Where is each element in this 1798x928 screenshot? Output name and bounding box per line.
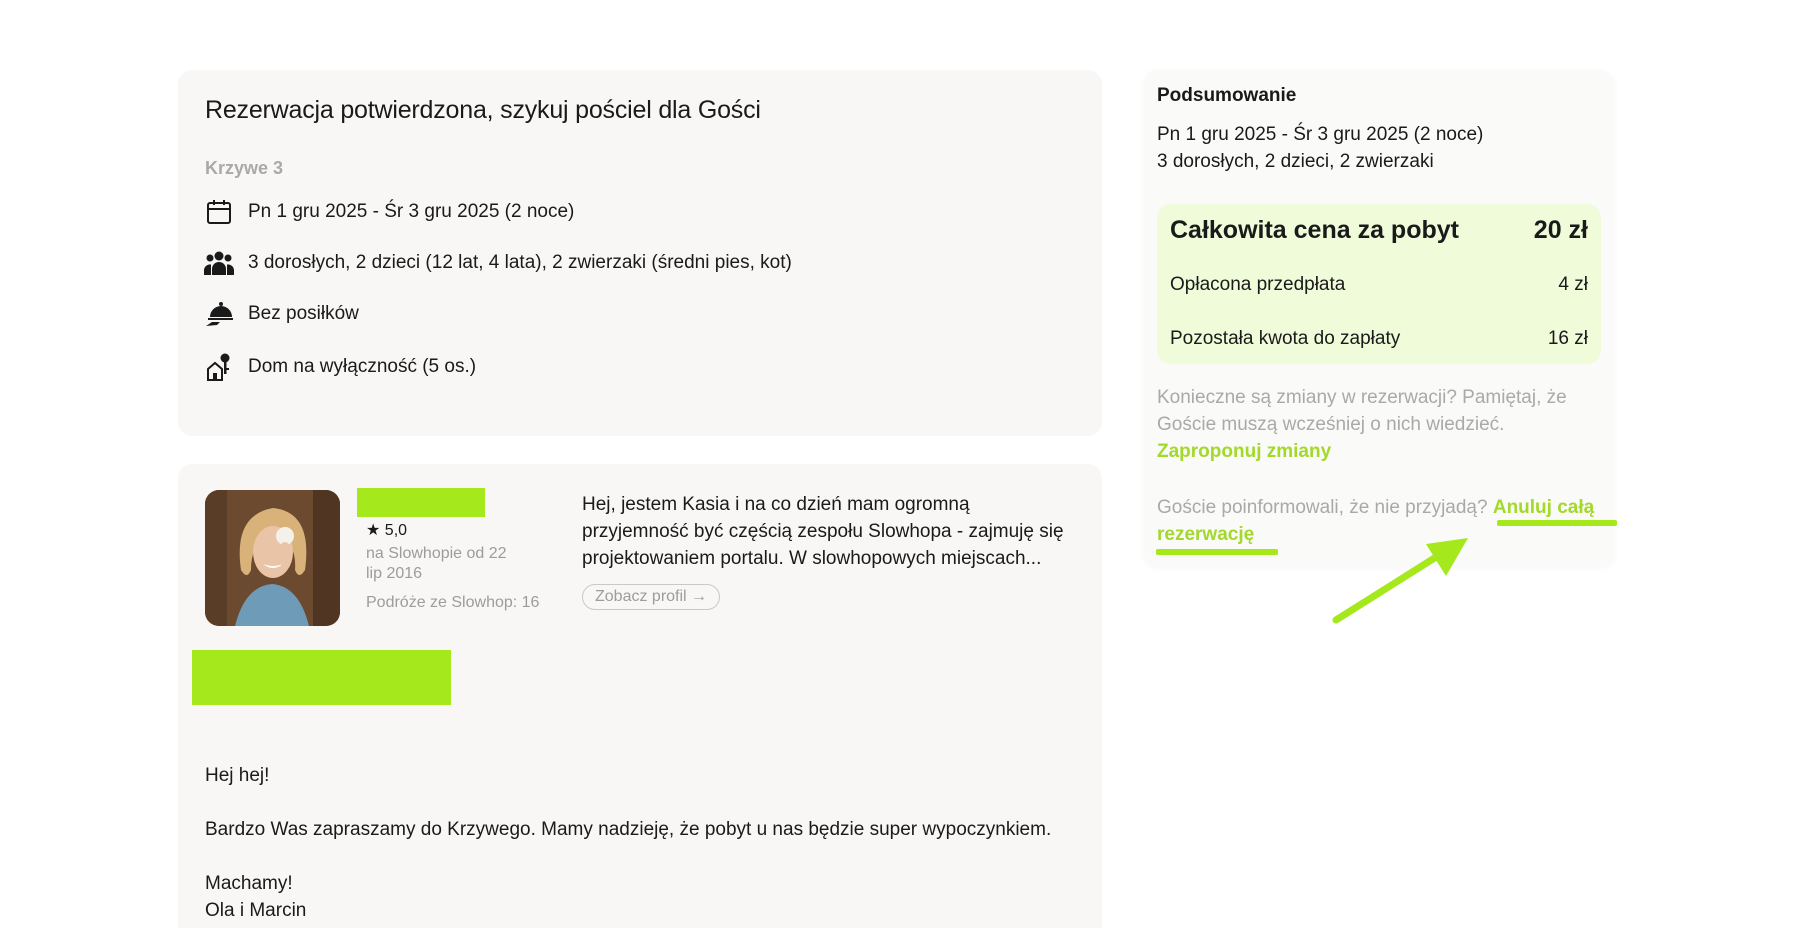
- changes-text: Konieczne są zmiany w rezerwacji? Pamięt…: [1157, 387, 1567, 435]
- accommodation-row: Dom na wyłączność (5 os.): [204, 352, 476, 382]
- booking-meals: Bez posiłków: [248, 303, 359, 324]
- host-card: ★ 5,0 na Slowhopie od 22 lip 2016 Podróż…: [178, 464, 1102, 928]
- total-price-value: 20 zł: [1533, 216, 1588, 244]
- host-member-since: na Slowhopie od 22 lip 2016: [366, 545, 507, 582]
- host-name-redacted: [357, 488, 485, 517]
- host-rating: ★ 5,0: [366, 522, 408, 539]
- propose-changes-link[interactable]: Zaproponuj zmiany: [1157, 441, 1331, 462]
- view-profile-button[interactable]: Zobacz profil →: [582, 584, 721, 610]
- cancel-text: Goście poinformowali, że nie przyjadą?: [1157, 497, 1488, 518]
- house-key-icon: [204, 352, 234, 382]
- message-closing: Machamy!: [205, 873, 293, 894]
- message-body: Bardzo Was zapraszamy do Krzywego. Mamy …: [205, 819, 1052, 840]
- host-avatar[interactable]: [205, 490, 340, 626]
- changes-note: Konieczne są zmiany w rezerwacji? Pamięt…: [1157, 384, 1607, 465]
- highlight-underline: [1156, 549, 1278, 555]
- booking-accommodation: Dom na wyłączność (5 os.): [248, 356, 477, 377]
- booking-title: Rezerwacja potwierdzona, szykuj pościel …: [205, 96, 761, 124]
- message-signature: Ola i Marcin: [205, 900, 307, 921]
- message-header-redacted: [192, 650, 451, 705]
- guests-row: 3 dorosłych, 2 dzieci (12 lat, 4 lata), …: [204, 248, 792, 278]
- annotation-arrow-icon: [1332, 538, 1468, 624]
- highlight-underline: [1497, 520, 1617, 526]
- remaining-value: 16 zł: [1547, 328, 1588, 349]
- price-box: Całkowita cena za pobyt 20 zł Opłacona p…: [1157, 204, 1601, 364]
- host-trips: Podróże ze Slowhop: 16: [366, 594, 540, 611]
- meal-cloche-icon: [204, 299, 234, 329]
- host-bio: Hej, jestem Kasia i na co dzień mam ogro…: [582, 494, 1064, 569]
- booking-dates: Pn 1 gru 2025 - Śr 3 gru 2025 (2 noce): [248, 201, 575, 222]
- meals-row: Bez posiłków: [204, 299, 359, 329]
- message-greeting: Hej hej!: [205, 765, 270, 786]
- prepaid-label: Opłacona przedpłata: [1170, 274, 1346, 295]
- booking-details-card: Rezerwacja potwierdzona, szykuj pościel …: [178, 70, 1102, 436]
- total-price-label: Całkowita cena za pobyt: [1170, 216, 1459, 244]
- place-name: Krzywe 3: [205, 158, 284, 178]
- people-icon: [204, 248, 234, 278]
- remaining-label: Pozostała kwota do zapłaty: [1170, 328, 1401, 349]
- summary-dates: Pn 1 gru 2025 - Śr 3 gru 2025 (2 noce): [1157, 124, 1484, 145]
- prepaid-value: 4 zł: [1558, 274, 1588, 295]
- summary-guests: 3 dorosłych, 2 dzieci, 2 zwierzaki: [1157, 151, 1434, 172]
- summary-title: Podsumowanie: [1157, 85, 1297, 106]
- summary-card: Podsumowanie Pn 1 gru 2025 - Śr 3 gru 20…: [1144, 70, 1614, 566]
- dates-row: Pn 1 gru 2025 - Śr 3 gru 2025 (2 noce): [204, 197, 574, 227]
- booking-guests: 3 dorosłych, 2 dzieci (12 lat, 4 lata), …: [248, 252, 792, 273]
- calendar-icon: [204, 197, 234, 227]
